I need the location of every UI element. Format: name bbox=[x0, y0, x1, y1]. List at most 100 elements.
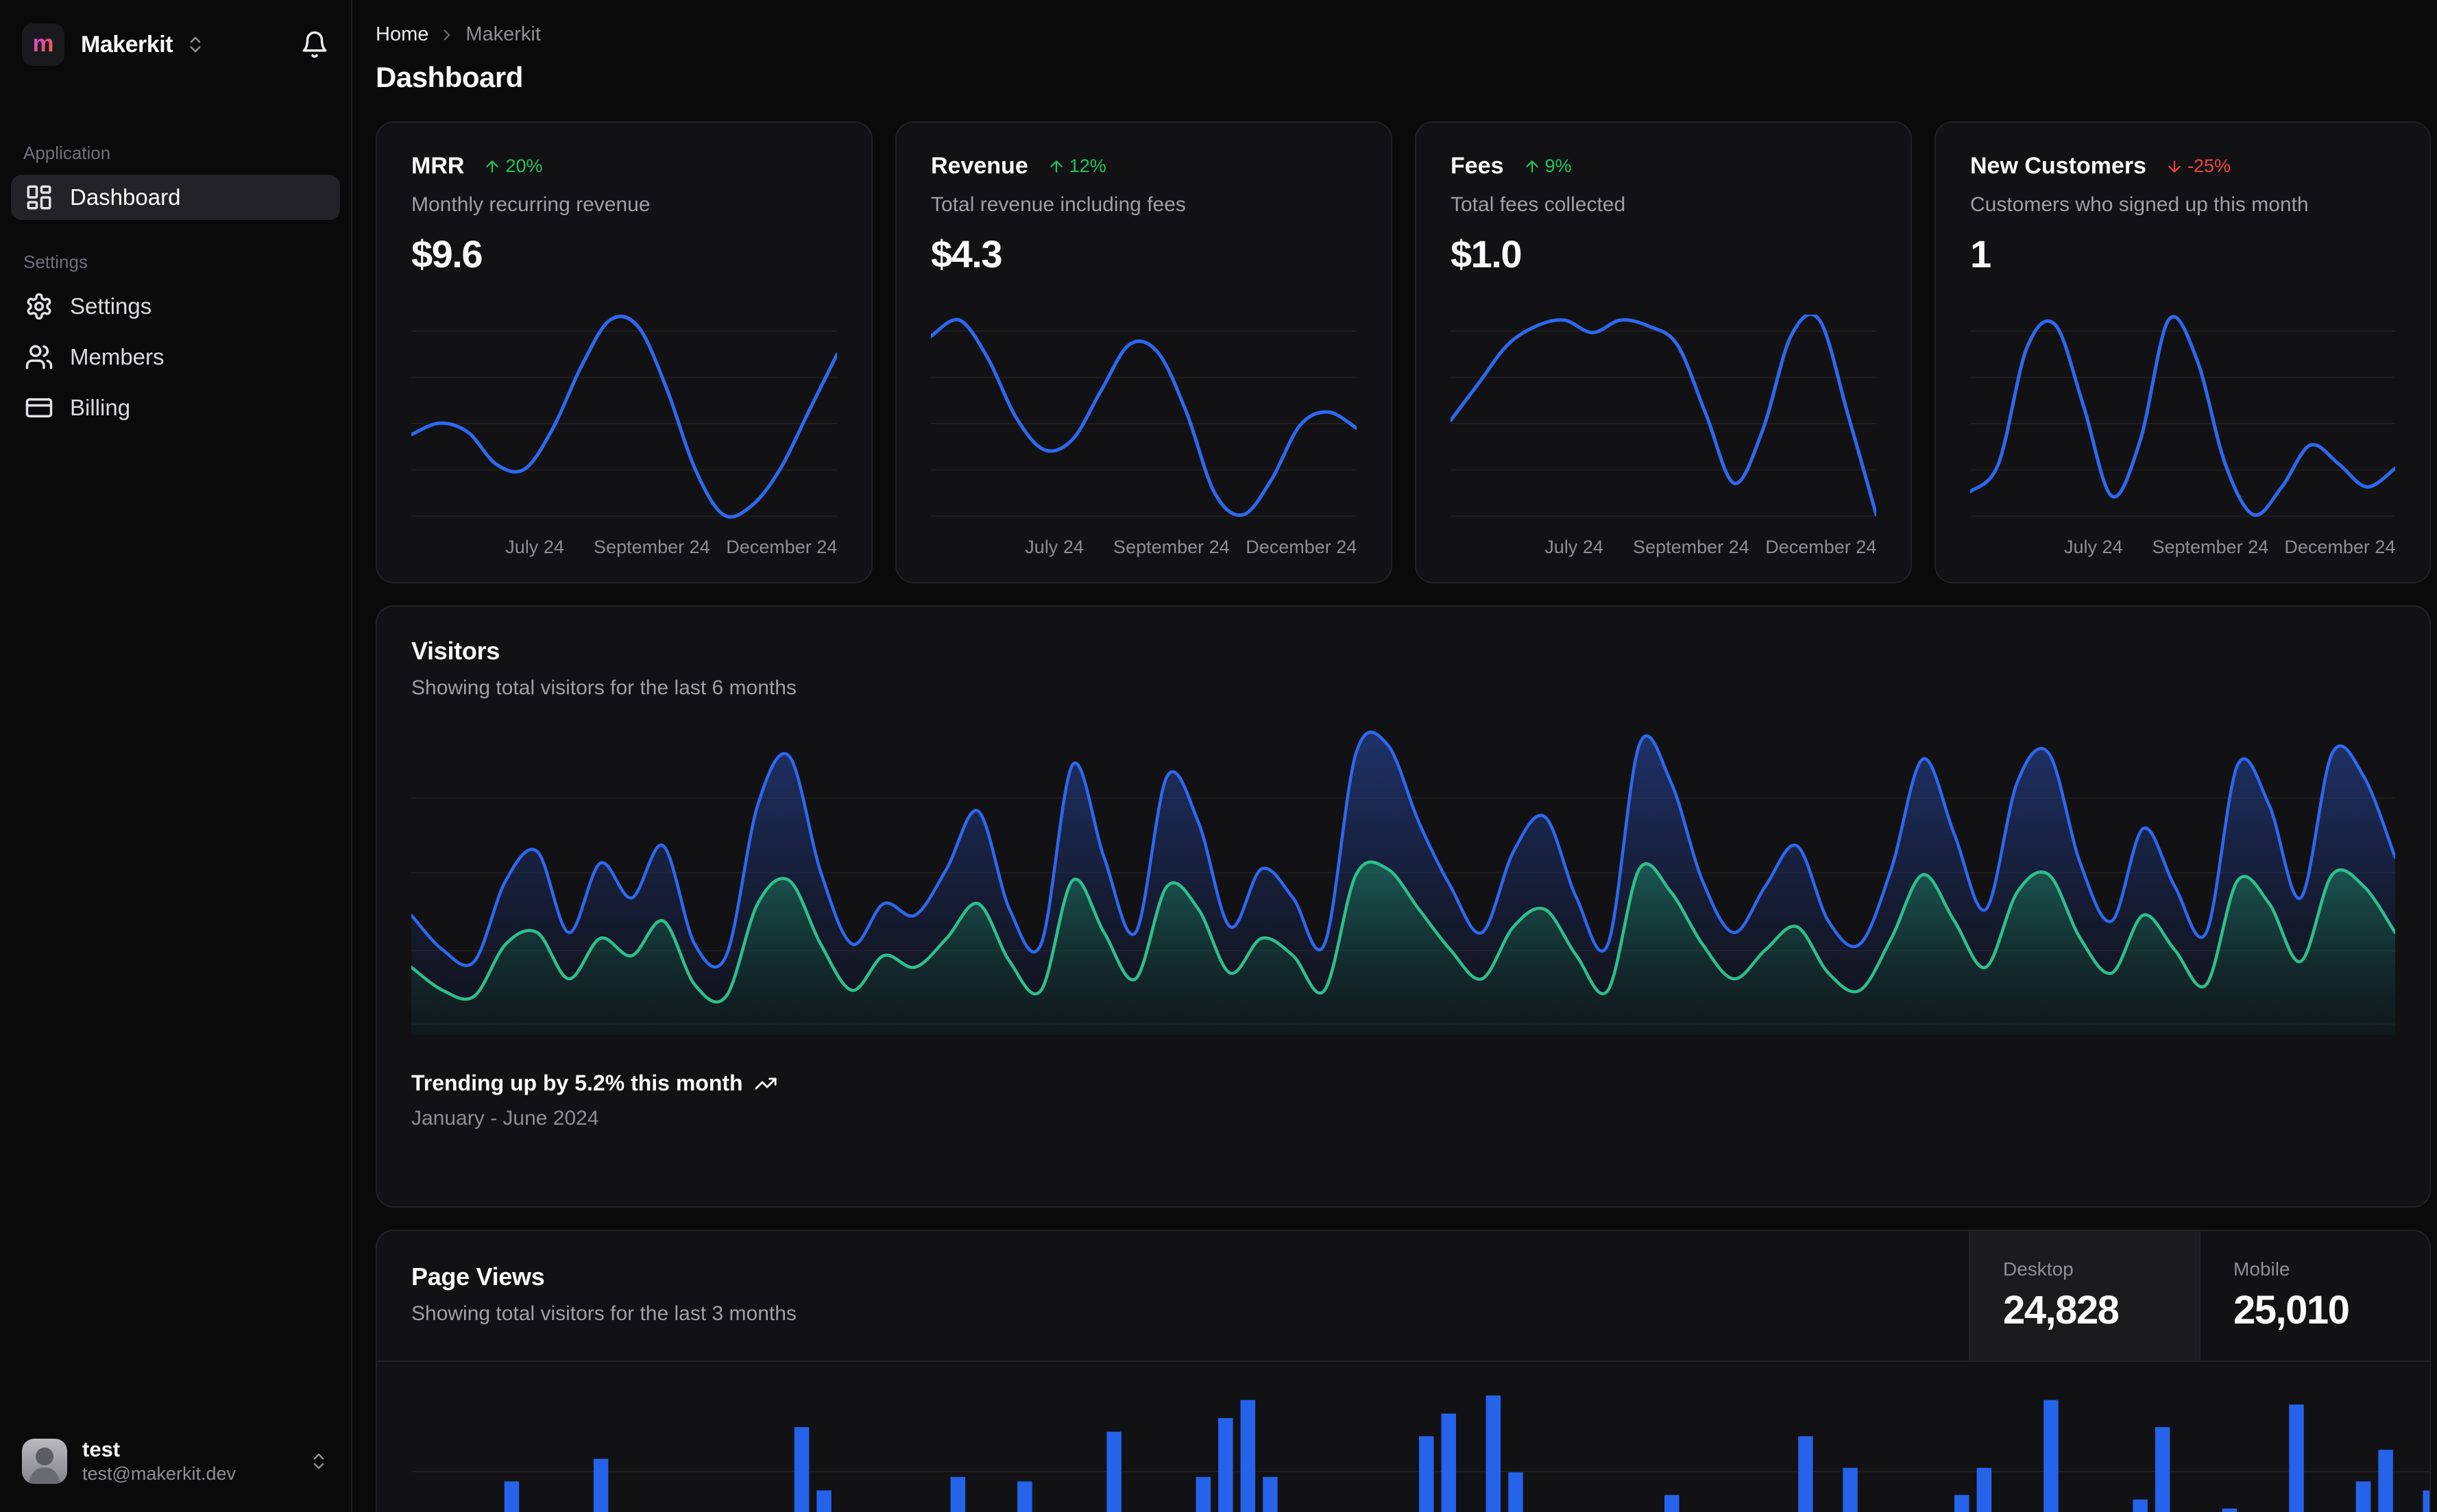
toggle-label: Mobile bbox=[2233, 1258, 2290, 1280]
breadcrumb: Home Makerkit bbox=[376, 23, 2431, 46]
gear-icon bbox=[25, 292, 53, 321]
sparkline-chart bbox=[1448, 313, 1878, 520]
user-menu[interactable]: test test@makerkit.dev bbox=[11, 1430, 340, 1493]
main-content: Home Makerkit Dashboard MRR 20% Monthly … bbox=[352, 0, 2437, 1512]
arrow-up-icon bbox=[1050, 160, 1063, 173]
sidebar-item-label: Dashboard bbox=[70, 184, 181, 210]
user-name: test bbox=[82, 1437, 121, 1461]
page-views-bar-chart[interactable] bbox=[377, 1373, 2429, 1512]
axis-tick: December 24 bbox=[1765, 537, 1877, 557]
avatar bbox=[22, 1438, 67, 1484]
chevrons-up-down-icon bbox=[190, 36, 201, 53]
toggle-mobile[interactable]: Mobile 25,010 bbox=[2199, 1231, 2429, 1361]
arrow-up-icon bbox=[486, 160, 499, 173]
stat-title: Revenue bbox=[931, 153, 1028, 179]
page-views-header: Page Views Showing total visitors for th… bbox=[377, 1231, 2429, 1362]
axis-tick: September 24 bbox=[1113, 537, 1230, 557]
layout-dashboard-icon bbox=[25, 183, 53, 212]
trend-badge: 9% bbox=[1523, 156, 1572, 177]
user-email: test@makerkit.dev bbox=[82, 1463, 236, 1485]
trending-up-icon bbox=[754, 1072, 777, 1095]
stat-title: New Customers bbox=[1970, 153, 2146, 179]
stat-value: $4.3 bbox=[931, 232, 1003, 276]
logo-m-icon: m bbox=[33, 30, 54, 57]
axis-tick: December 24 bbox=[1246, 537, 1357, 557]
axis-tick: September 24 bbox=[2152, 537, 2269, 557]
users-icon bbox=[25, 343, 53, 371]
sidebar-item-label: Billing bbox=[70, 395, 131, 420]
axis-tick: July 24 bbox=[1025, 537, 1084, 557]
sidebar-item-settings[interactable]: Settings bbox=[11, 284, 340, 329]
trend-badge: 20% bbox=[483, 156, 542, 177]
sparkline-chart bbox=[409, 315, 839, 520]
nav-section-label: Settings bbox=[23, 252, 88, 272]
trend-badge: -25% bbox=[2166, 156, 2231, 177]
sidebar-item-label: Members bbox=[70, 344, 165, 369]
page-views-card: Page Views Showing total visitors for th… bbox=[376, 1230, 2431, 1512]
stat-value: $9.6 bbox=[411, 232, 483, 276]
stat-description: Monthly recurring revenue bbox=[411, 193, 651, 216]
sidebar-header: m Makerkit bbox=[11, 21, 340, 66]
sidebar-item-label: Settings bbox=[70, 293, 152, 319]
sparkline-chart bbox=[929, 315, 1359, 520]
sparkline-chart bbox=[1968, 315, 2397, 520]
chevrons-up-down-icon bbox=[313, 1453, 324, 1469]
stat-description: Total revenue including fees bbox=[931, 193, 1186, 216]
stat-description: Total fees collected bbox=[1451, 193, 1626, 216]
user-meta: test test@makerkit.dev bbox=[82, 1437, 236, 1487]
axis-tick: July 24 bbox=[2064, 537, 2123, 557]
axis-tick: September 24 bbox=[1633, 537, 1749, 557]
bell-icon bbox=[302, 31, 327, 58]
stat-card-revenue: Revenue 12% Total revenue including fees… bbox=[895, 121, 1392, 583]
breadcrumb-home[interactable]: Home bbox=[376, 23, 428, 46]
user-menu-chevron bbox=[308, 1451, 329, 1472]
app-root: m Makerkit Application Dashboard Setting… bbox=[0, 0, 2437, 1512]
notifications-button[interactable] bbox=[300, 30, 329, 59]
sidebar-item-billing[interactable]: Billing bbox=[11, 385, 340, 430]
stat-card-mrr: MRR 20% Monthly recurring revenue $9.6 J… bbox=[376, 121, 873, 583]
stat-card-fees: Fees 9% Total fees collected $1.0 July 2… bbox=[1415, 121, 1912, 583]
sparkline-axis: July 24 September 24 December 24 bbox=[1970, 524, 2395, 564]
toggle-value: 25,010 bbox=[2233, 1288, 2350, 1332]
toggle-label: Desktop bbox=[2003, 1258, 2074, 1280]
sidebar-item-members[interactable]: Members bbox=[11, 334, 340, 380]
visitors-trend-text: Trending up by 5.2% this month bbox=[411, 1071, 743, 1095]
stat-card-new-customers: New Customers -25% Customers who signed … bbox=[1935, 121, 2431, 583]
stat-title: MRR bbox=[411, 153, 465, 179]
page-title: Dashboard bbox=[376, 61, 523, 93]
stat-value: $1.0 bbox=[1451, 232, 1523, 276]
visitors-footer: Trending up by 5.2% this month January -… bbox=[411, 1071, 2395, 1130]
credit-card-icon bbox=[25, 393, 53, 422]
stat-title: Fees bbox=[1451, 153, 1504, 179]
visitors-title: Visitors bbox=[411, 637, 500, 665]
visitors-card: Visitors Showing total visitors for the … bbox=[376, 605, 2431, 1208]
toggle-desktop[interactable]: Desktop 24,828 bbox=[1969, 1231, 2199, 1361]
chevron-right-icon bbox=[438, 26, 456, 44]
axis-tick: July 24 bbox=[505, 537, 564, 557]
arrow-down-icon bbox=[2168, 160, 2181, 173]
sparkline-axis: July 24 September 24 December 24 bbox=[931, 524, 1357, 564]
stat-description: Customers who signed up this month bbox=[1970, 193, 2309, 216]
axis-tick: December 24 bbox=[726, 537, 838, 557]
workspace-name[interactable]: Makerkit bbox=[81, 32, 173, 58]
stat-value: 1 bbox=[1970, 232, 1991, 276]
sidebar-item-dashboard[interactable]: Dashboard bbox=[11, 175, 340, 220]
makerkit-logo[interactable]: m bbox=[22, 23, 64, 66]
page-views-toggles: Desktop 24,828 Mobile 25,010 bbox=[1969, 1231, 2429, 1361]
visitors-area-chart[interactable] bbox=[409, 723, 2397, 1035]
sparkline-axis: July 24 September 24 December 24 bbox=[411, 524, 837, 564]
page-views-title: Page Views bbox=[411, 1263, 545, 1291]
axis-tick: December 24 bbox=[2284, 537, 2396, 557]
sparkline-axis: July 24 September 24 December 24 bbox=[1451, 524, 1876, 564]
page-views-subtitle: Showing total visitors for the last 3 mo… bbox=[411, 1302, 797, 1325]
axis-tick: July 24 bbox=[1544, 537, 1603, 557]
visitors-date-range: January - June 2024 bbox=[411, 1107, 599, 1130]
stat-cards-row: MRR 20% Monthly recurring revenue $9.6 J… bbox=[376, 121, 2431, 583]
toggle-value: 24,828 bbox=[2003, 1288, 2120, 1332]
breadcrumb-current[interactable]: Makerkit bbox=[465, 23, 541, 46]
axis-tick: September 24 bbox=[594, 537, 710, 557]
visitors-subtitle: Showing total visitors for the last 6 mo… bbox=[411, 676, 797, 699]
nav-section-label: Application bbox=[23, 143, 111, 163]
workspace-switcher[interactable] bbox=[185, 34, 206, 55]
